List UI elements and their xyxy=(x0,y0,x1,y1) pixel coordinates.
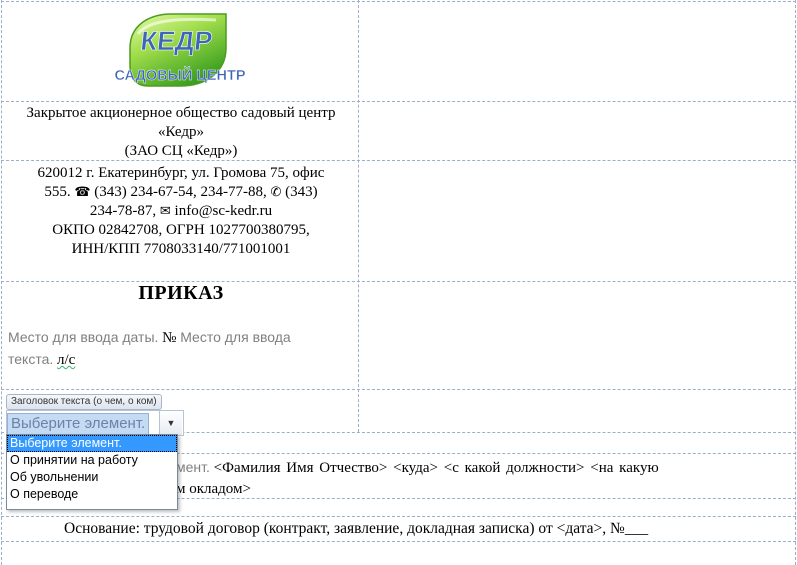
email-link[interactable]: info@sc-kedr.ru xyxy=(175,203,273,219)
row-divider xyxy=(1,541,796,542)
dropdown-list[interactable]: Выберите элемент. О принятии на работу О… xyxy=(6,434,178,510)
chevron-down-icon: ▼ xyxy=(166,418,176,428)
number-placeholder-field-cont[interactable]: текста. xyxy=(8,351,53,367)
dropdown-option[interactable]: Выберите элемент. xyxy=(7,435,177,452)
combobox-value[interactable]: Выберите элемент. xyxy=(7,413,150,435)
row-divider xyxy=(1,1,796,2)
number-placeholder-field[interactable]: Место для ввода xyxy=(180,329,291,345)
content-control-title-tag[interactable]: Заголовок текста (о чем, о ком) xyxy=(6,394,162,410)
company-address-block: 620012 г. Екатеринбург, ул. Громова 75, … xyxy=(6,164,356,259)
date-placeholder-field[interactable]: Место для ввода даты. xyxy=(8,329,158,345)
company-short-name: (ЗАО СЦ «Кедр») xyxy=(124,143,238,159)
company-name-block: Закрытое акционерное общество садовый це… xyxy=(6,104,356,161)
phone-numbers: (343) 234-67-54, 234-77-88, xyxy=(94,184,267,200)
dropdown-option[interactable]: Об увольнении xyxy=(7,469,177,486)
logo-brand-text: КЕДР xyxy=(139,25,214,56)
body-fields: <Фамилия Имя Отчество> <куда> <с какой д… xyxy=(213,460,659,476)
order-date-number-line: Место для ввода даты. № Место для ввода … xyxy=(8,327,348,371)
fax-number-cont: 234-78-87, xyxy=(89,203,157,219)
envelope-icon: ✉ xyxy=(159,204,171,219)
contact-line: 555. ☎ (343) 234-67-54, 234-77-88, ✆ (34… xyxy=(6,183,356,202)
fax-number: (343) xyxy=(285,184,318,200)
basis-line: Основание: трудовой договор (контракт, з… xyxy=(64,520,649,537)
registration-codes: ОКПО 02842708, ОГРН 1027700380795, xyxy=(52,222,310,238)
order-suffix: л/с xyxy=(57,352,76,368)
row-divider xyxy=(1,516,796,517)
row-divider xyxy=(1,389,796,390)
phone-icon: ☎ xyxy=(74,185,91,200)
number-sign: № xyxy=(162,330,177,346)
company-full-name: Закрытое акционерное общество садовый це… xyxy=(26,105,336,140)
order-body-text: мент. <Фамилия Имя Отчество> <куда> <с к… xyxy=(176,457,786,500)
body-line-2: м окладом> xyxy=(176,481,251,497)
order-title: ПРИКАЗ xyxy=(138,282,224,304)
dropdown-option[interactable]: О переводе xyxy=(7,486,177,503)
company-logo: КЕДР САДОВЫЙ ЦЕНТР xyxy=(108,8,258,96)
logo-subtitle-text: САДОВЫЙ ЦЕНТР xyxy=(114,66,245,84)
address-line: 620012 г. Екатеринбург, ул. Громова 75, … xyxy=(37,165,325,181)
row-divider xyxy=(1,101,796,102)
dropdown-arrow-button[interactable]: ▼ xyxy=(159,411,182,435)
table-border-right xyxy=(795,0,796,565)
dropdown-option[interactable]: О принятии на работу xyxy=(7,452,177,469)
tax-codes: ИНН/КПП 7708033140/771001001 xyxy=(71,241,291,257)
partial-placeholder[interactable]: мент. xyxy=(176,459,210,475)
fax-icon: ✆ xyxy=(270,185,282,200)
header-type-combobox[interactable]: Выберите элемент. ▼ xyxy=(6,410,184,436)
office-number: 555. xyxy=(44,184,71,200)
contact-line-2: 234-78-87, ✉ info@sc-kedr.ru xyxy=(6,202,356,221)
table-column-divider xyxy=(358,0,359,432)
table-border-left xyxy=(1,0,2,565)
